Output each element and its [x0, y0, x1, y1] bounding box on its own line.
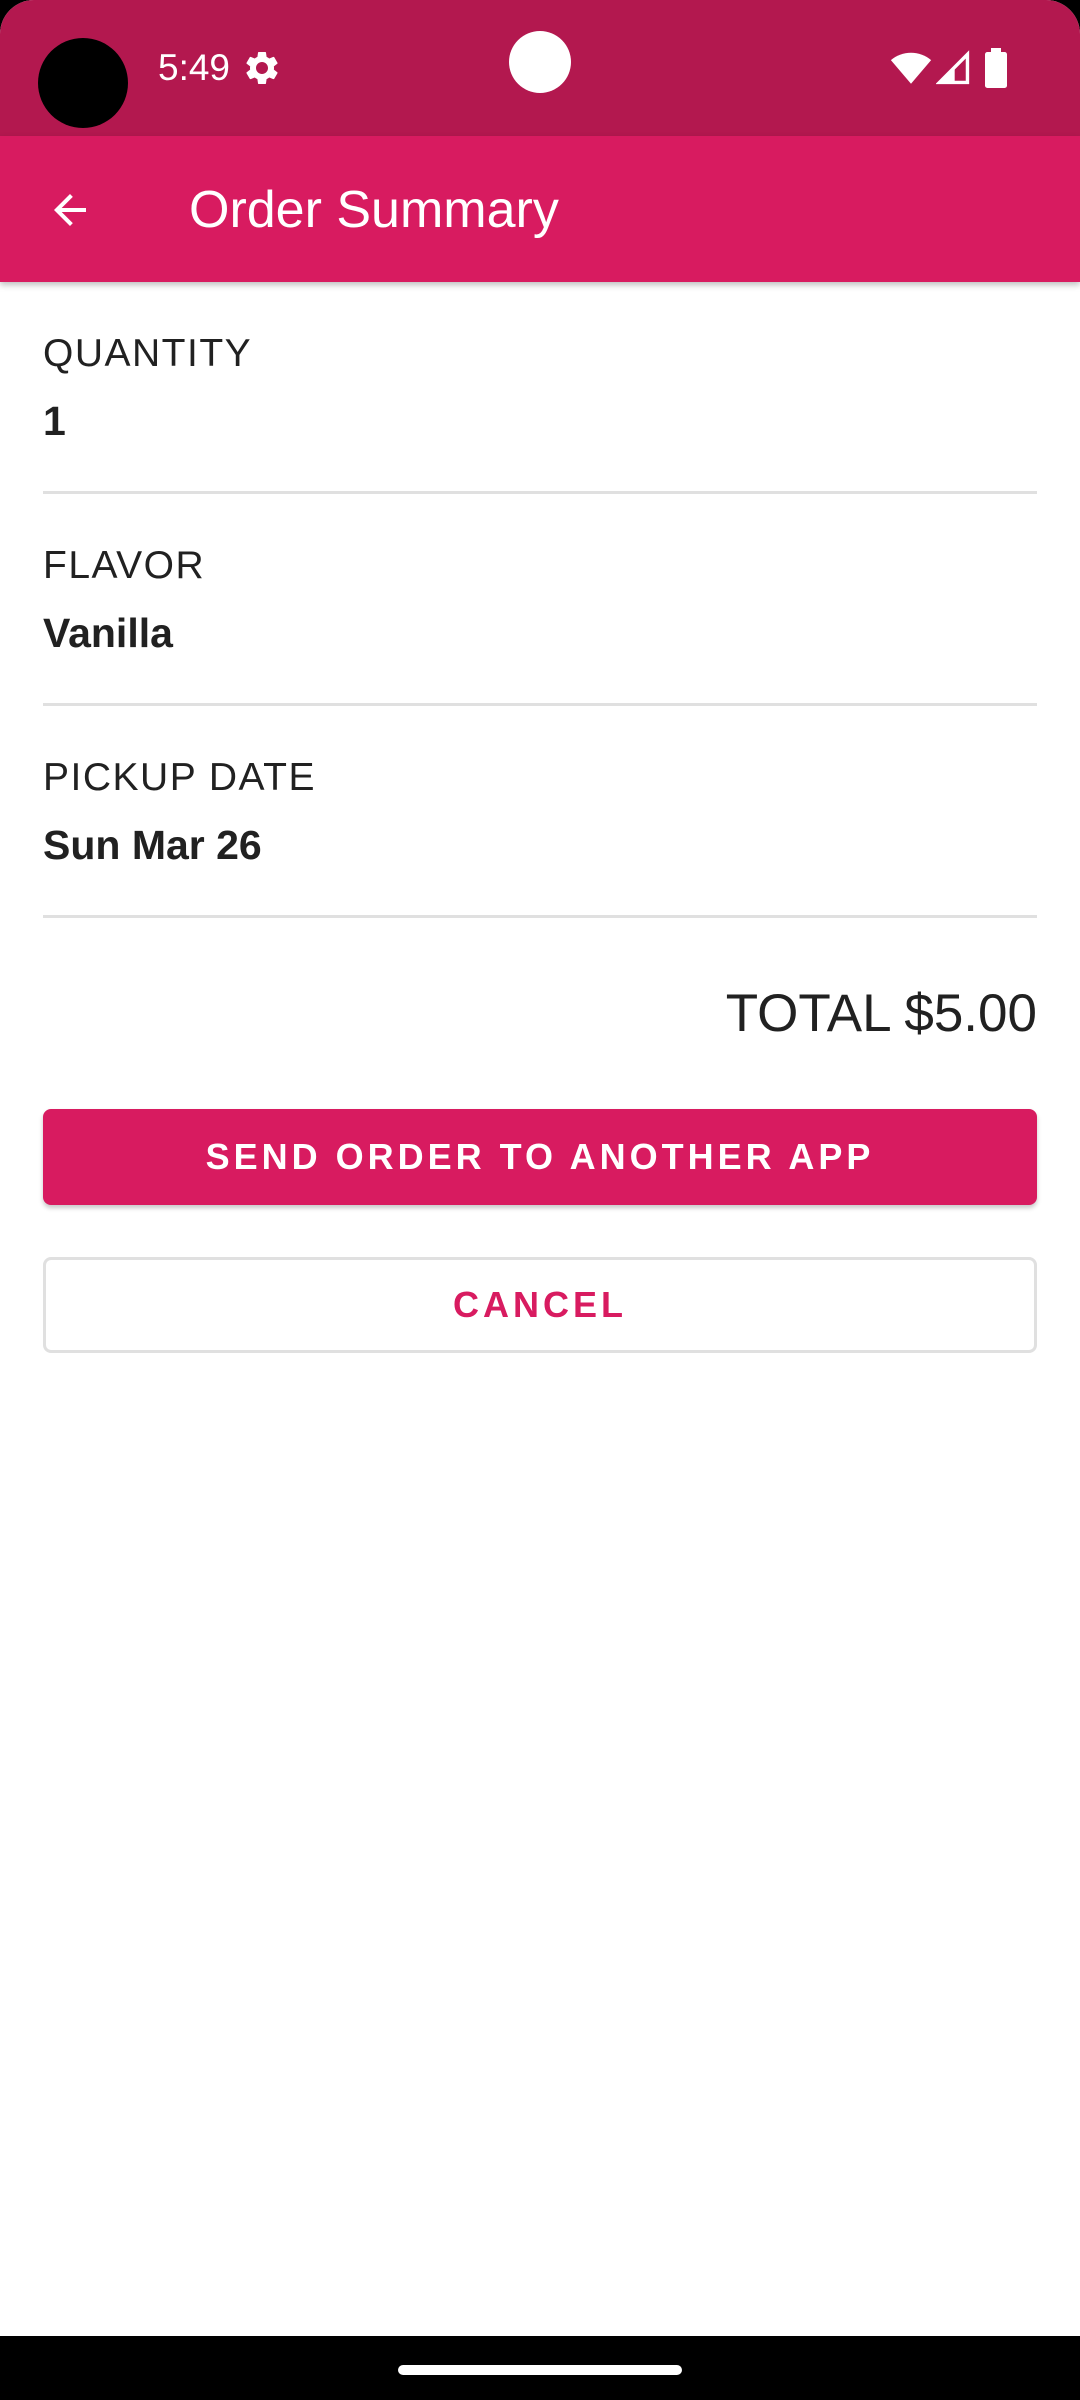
quantity-label: QUANTITY	[43, 332, 253, 375]
app-screen: 5:49 Order Summary QUANTITY 1 FLAVOR Van…	[0, 0, 1080, 2336]
battery-icon	[985, 48, 1007, 88]
send-order-button[interactable]: SEND ORDER TO ANOTHER APP	[43, 1109, 1037, 1205]
pickup-date-label: PICKUP DATE	[43, 756, 316, 799]
flavor-row: FLAVOR Vanilla	[43, 494, 1037, 706]
status-time: 5:49	[158, 47, 231, 88]
front-camera	[38, 38, 128, 128]
quantity-row: QUANTITY 1	[43, 282, 1037, 494]
quantity-value: 1	[43, 398, 66, 444]
home-gesture-handle[interactable]	[398, 2365, 682, 2375]
status-bar: 5:49	[0, 0, 1080, 136]
back-button[interactable]	[28, 168, 112, 252]
navigation-bar	[0, 2336, 1080, 2400]
order-total: TOTAL $5.00	[725, 984, 1037, 1043]
arrow-back-icon	[54, 194, 86, 226]
camera-cutout	[509, 31, 571, 93]
app-bar: Order Summary	[0, 136, 1080, 282]
settings-gear-icon	[246, 51, 278, 84]
flavor-label: FLAVOR	[43, 544, 206, 587]
flavor-value: Vanilla	[43, 610, 173, 656]
signal-icon	[936, 50, 970, 85]
page-title: Order Summary	[189, 181, 559, 239]
cancel-button[interactable]: CANCEL	[43, 1257, 1037, 1353]
pickup-date-value: Sun Mar 26	[43, 822, 262, 868]
wifi-icon	[890, 52, 932, 84]
order-summary: QUANTITY 1 FLAVOR Vanilla PICKUP DATE Su…	[43, 282, 1037, 1353]
pickup-date-row: PICKUP DATE Sun Mar 26	[43, 706, 1037, 918]
